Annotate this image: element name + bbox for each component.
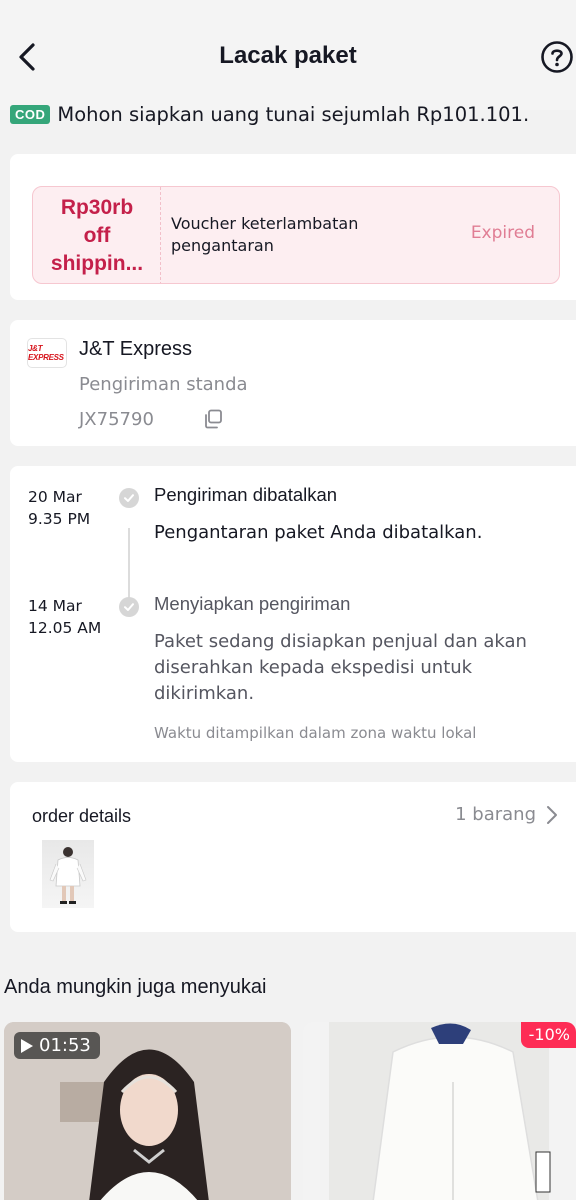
courier-logo-text: J&T EXPRESS — [28, 344, 64, 362]
video-duration-badge: 01:53 — [14, 1032, 100, 1059]
voucher-card: Rp30rb off shippin... Voucher keterlamba… — [10, 154, 576, 300]
event-datetime: 14 Mar 12.05 AM — [28, 595, 118, 639]
recommended-product-card[interactable]: -10% — [303, 1022, 576, 1200]
order-item-count: 1 barang — [455, 804, 536, 825]
tracking-number-row: JX75790 — [79, 408, 224, 430]
cod-notice: COD Mohon siapkan uang tunai sejumlah Rp… — [10, 103, 529, 126]
product-thumbnail[interactable] — [42, 840, 94, 908]
copy-icon — [205, 409, 222, 429]
product-image — [303, 1022, 576, 1200]
chevron-right-icon — [547, 805, 557, 824]
voucher-description: Voucher keterlambatan pengantaran — [171, 214, 359, 255]
play-icon — [21, 1038, 33, 1053]
video-duration: 01:53 — [39, 1035, 91, 1056]
cod-badge: COD — [10, 105, 51, 124]
event-title: Pengiriman dibatalkan — [154, 484, 338, 505]
voucher-divider — [160, 187, 161, 283]
order-details-title: order details — [32, 806, 132, 826]
order-details-card[interactable]: order details 1 barang — [10, 782, 576, 932]
event-date: 14 Mar — [28, 597, 82, 615]
courier-name: J&T Express — [79, 338, 192, 360]
order-item-count-link[interactable]: 1 barang — [455, 804, 558, 825]
tracking-card: 20 Mar 9.35 PM Pengiriman dibatalkan Pen… — [10, 466, 576, 762]
courier-card: J&T EXPRESS J&T Express Pengiriman stand… — [10, 320, 576, 446]
page-title: Lacak paket — [219, 42, 357, 69]
voucher-amount-line: Rp30rb — [60, 196, 134, 219]
discount-badge: -10% — [520, 1022, 576, 1048]
cod-message: Mohon siapkan uang tunai sejumlah Rp101.… — [57, 103, 530, 126]
help-button[interactable] — [540, 40, 576, 76]
voucher-amount-line: shippin... — [50, 252, 144, 275]
event-description: Pengantaran paket Anda dibatalkan. — [154, 522, 483, 543]
copy-button[interactable] — [202, 408, 224, 430]
courier-logo: J&T EXPRESS — [27, 338, 67, 368]
voucher-status: Expired — [470, 223, 535, 243]
event-title: Menyiapkan pengiriman — [154, 593, 351, 614]
delay-voucher[interactable]: Rp30rb off shippin... Voucher keterlamba… — [32, 186, 560, 284]
voucher-amount-line: off — [83, 224, 111, 247]
courier-service: Pengiriman standa — [79, 374, 248, 395]
tracking-number: JX75790 — [79, 408, 154, 430]
event-time: 9.35 PM — [28, 510, 91, 528]
check-icon — [119, 488, 139, 508]
voucher-amount: Rp30rb off shippin... — [33, 187, 161, 283]
event-time: 12.05 AM — [28, 619, 102, 637]
recommendations-title: Anda mungkin juga menyukai — [4, 976, 267, 998]
event-date: 20 Mar — [28, 488, 82, 506]
check-icon — [119, 597, 139, 617]
timezone-note: Waktu ditampilkan dalam zona waktu lokal — [154, 724, 477, 742]
event-datetime: 20 Mar 9.35 PM — [28, 486, 118, 530]
recommended-product-card[interactable]: 01:53 — [4, 1022, 291, 1200]
product-image — [49, 847, 87, 904]
question-circle-icon — [541, 41, 573, 73]
header: Lacak paket — [0, 0, 576, 110]
event-description: Paket sedang disiapkan penjual dan akan … — [154, 631, 527, 704]
